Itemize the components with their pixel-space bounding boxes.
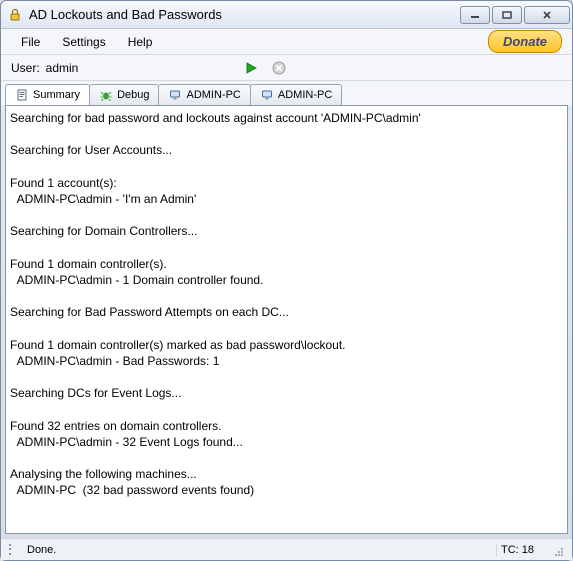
window-title: AD Lockouts and Bad Passwords: [29, 7, 460, 22]
bug-icon: [99, 88, 113, 102]
stop-button[interactable]: [270, 59, 288, 77]
app-window: AD Lockouts and Bad Passwords File Setti…: [0, 0, 573, 561]
status-tc: TC: 18: [496, 544, 538, 556]
tab-debug[interactable]: Debug: [89, 84, 159, 105]
user-input[interactable]: [46, 61, 186, 75]
tab-adminpc-1[interactable]: ADMIN-PC: [158, 84, 250, 105]
log-output[interactable]: Searching for bad password and lockouts …: [5, 105, 568, 534]
lock-icon: [7, 7, 23, 23]
menu-help[interactable]: Help: [118, 32, 163, 52]
tabbar: Summary Debug ADMIN-PC ADMIN-PC: [1, 81, 572, 105]
user-label: User:: [11, 61, 40, 75]
tab-summary[interactable]: Summary: [5, 84, 90, 105]
menu-file[interactable]: File: [11, 32, 50, 52]
donate-button[interactable]: Donate: [488, 30, 562, 53]
minimize-button[interactable]: [460, 6, 490, 24]
tab-label: ADMIN-PC: [278, 89, 332, 101]
menu-settings[interactable]: Settings: [52, 32, 115, 52]
window-controls: [460, 6, 570, 24]
computer-icon: [168, 88, 182, 102]
tab-adminpc-2[interactable]: ADMIN-PC: [250, 84, 342, 105]
titlebar: AD Lockouts and Bad Passwords: [1, 1, 572, 29]
maximize-button[interactable]: [492, 6, 522, 24]
statusbar: Done. TC: 18: [1, 538, 572, 560]
status-text: Done.: [27, 544, 56, 556]
tab-label: ADMIN-PC: [186, 89, 240, 101]
document-icon: [15, 88, 29, 102]
userbar: User:: [1, 55, 572, 81]
tab-label: Debug: [117, 89, 149, 101]
close-button[interactable]: [524, 6, 570, 24]
menubar: File Settings Help Donate: [1, 29, 572, 55]
resize-grip-icon[interactable]: [550, 543, 564, 557]
grip-icon: [9, 543, 19, 557]
computer-icon: [260, 88, 274, 102]
run-button[interactable]: [242, 59, 260, 77]
tab-label: Summary: [33, 89, 80, 101]
